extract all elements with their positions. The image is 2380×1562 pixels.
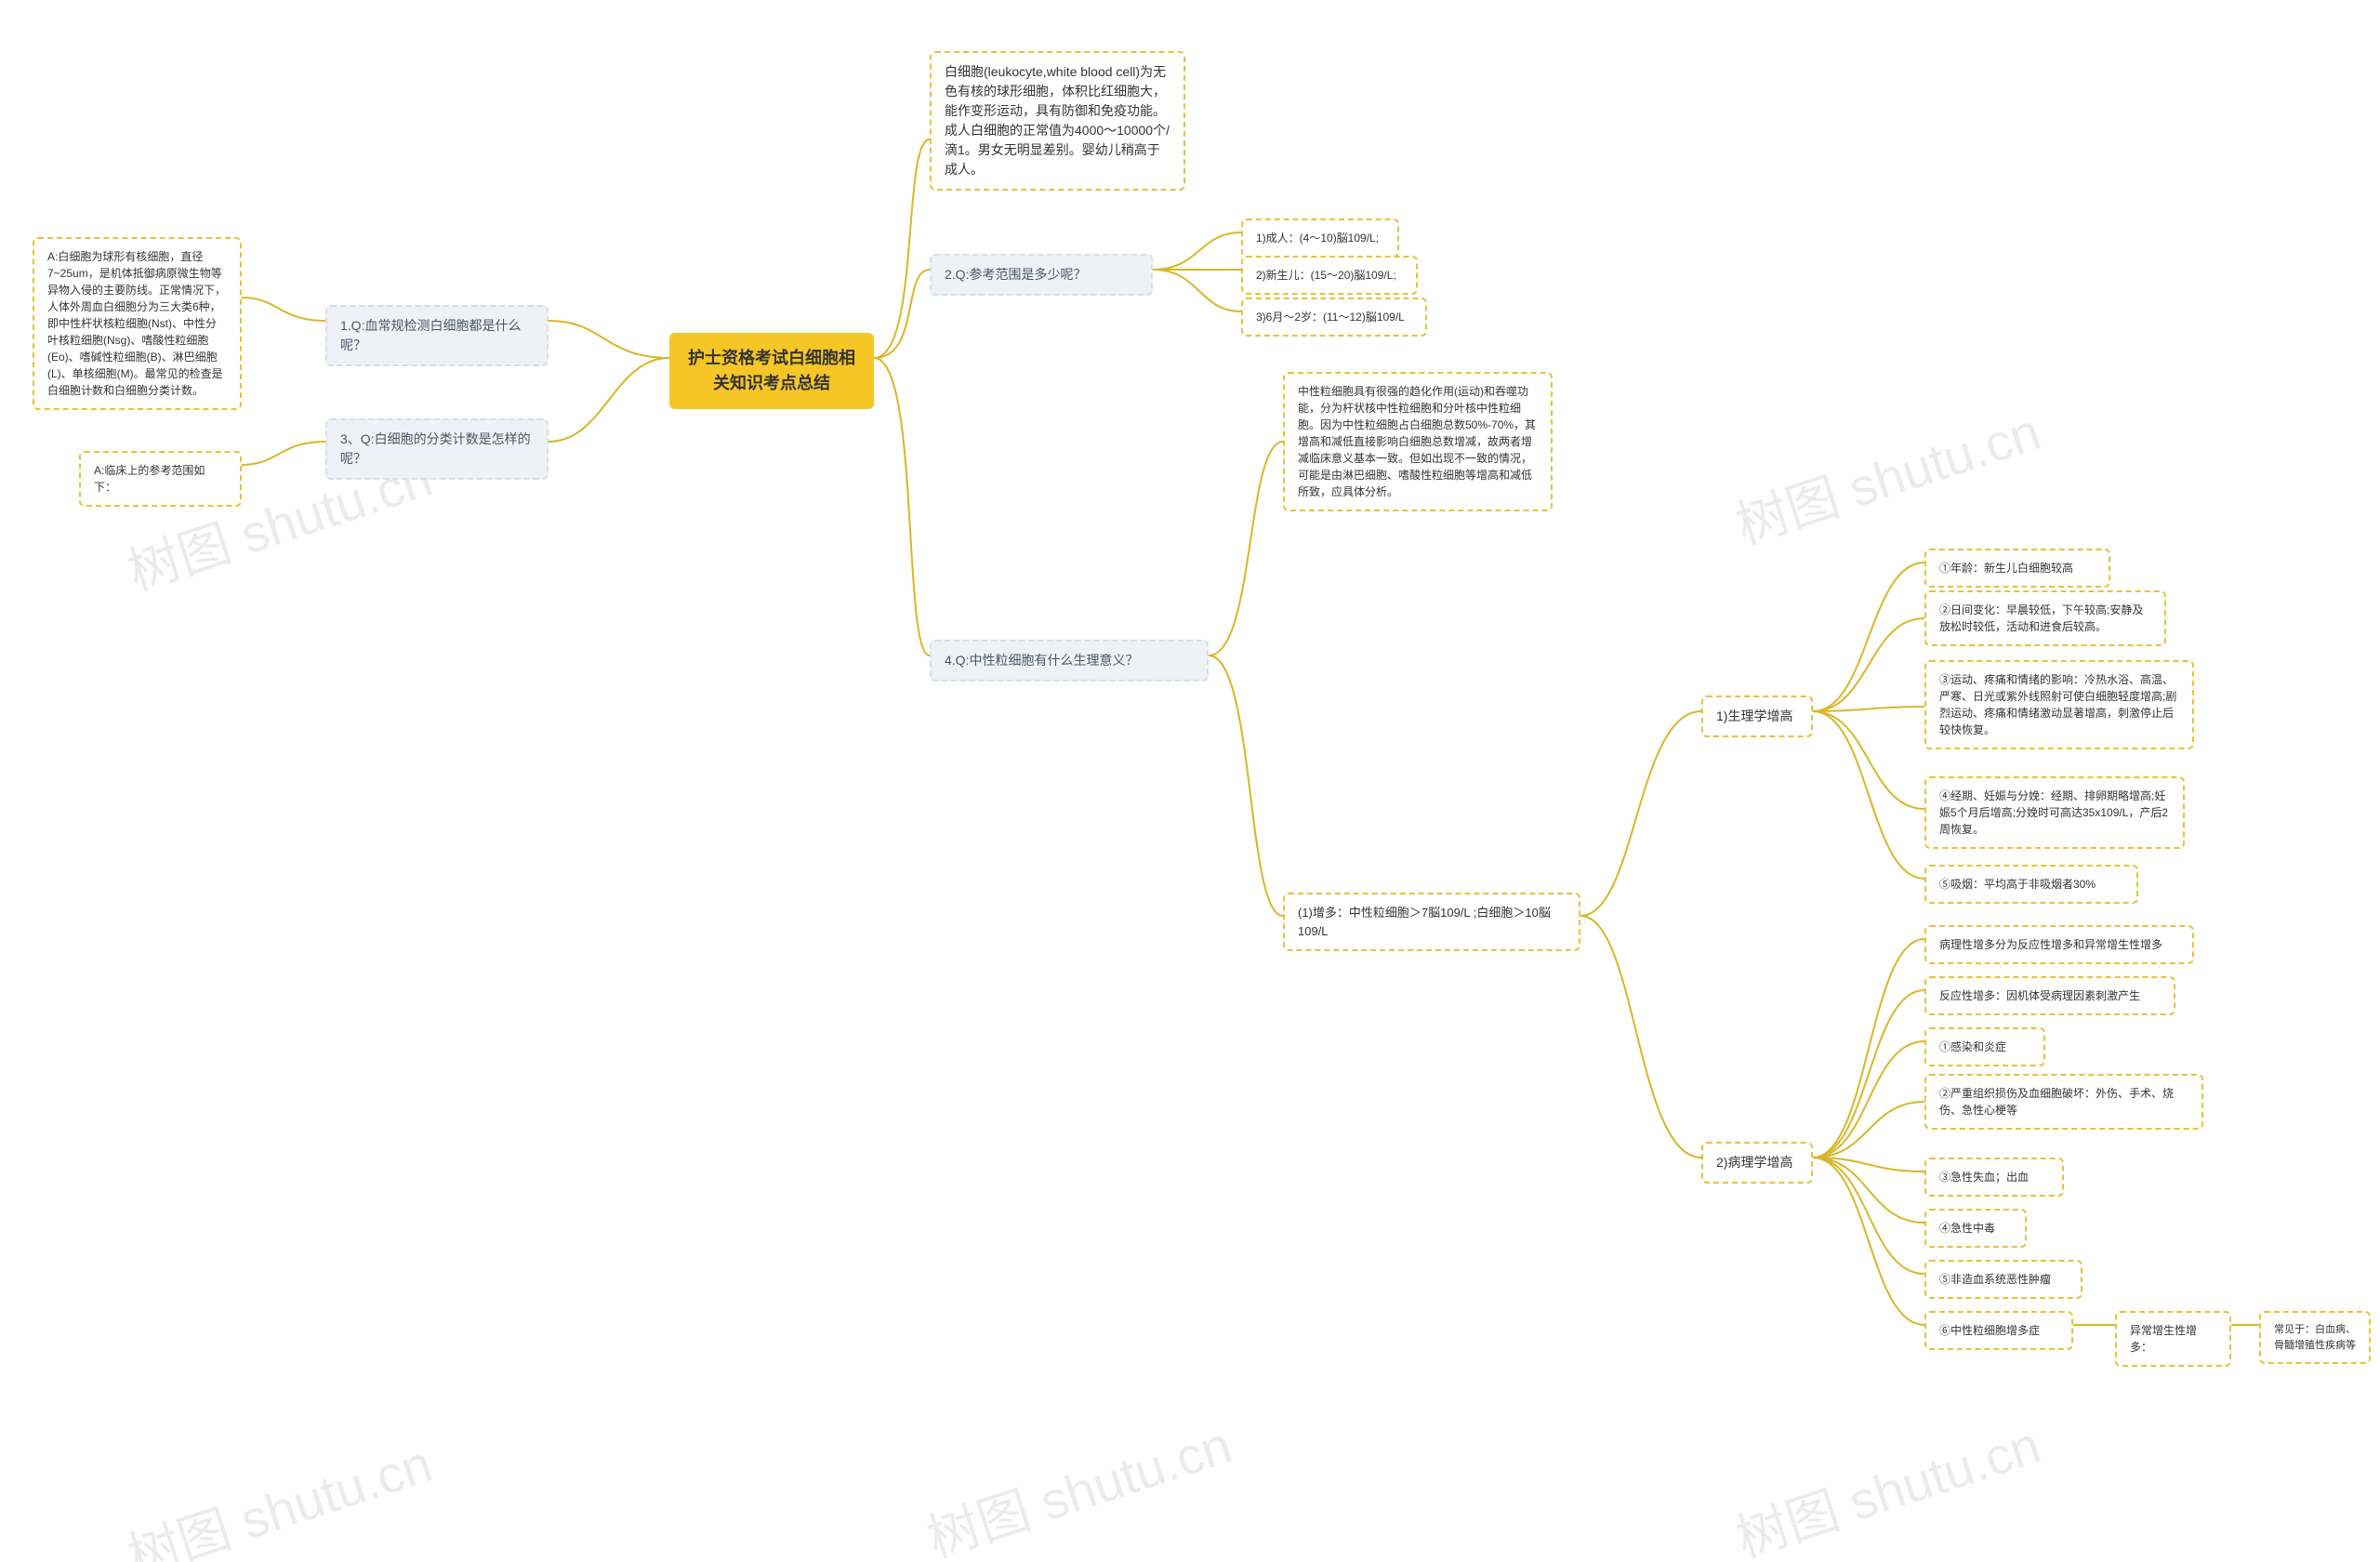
path-p3-node: ①感染和炎症	[1924, 1027, 2045, 1066]
watermark: 树图 shutu.cn	[1726, 1404, 2049, 1562]
q4-increase-node: (1)增多：中性粒细胞＞7脳109/L ;白细胞＞10脳109/L	[1283, 893, 1580, 951]
q2-node: 2.Q:参考范围是多少呢？	[930, 254, 1153, 296]
q2-r1-node: 1)成人：(4～10)脳109/L;	[1241, 218, 1399, 258]
path-p7-node: ⑤非造血系统恶性肿瘤	[1924, 1260, 2082, 1299]
q4-desc-node: 中性粒细胞具有很强的趋化作用(运动)和吞噬功能，分为杆状核中性粒细胞和分叶核中性…	[1283, 372, 1553, 511]
q2-r3-node: 3)6月～2岁：(11～12)脳109/L	[1241, 298, 1427, 337]
path-node: 2)病理学增高	[1701, 1142, 1813, 1184]
watermark: 树图 shutu.cn	[917, 1404, 1240, 1562]
path-p5-node: ③急性失血；出血	[1924, 1158, 2064, 1197]
phys-node: 1)生理学增高	[1701, 695, 1813, 737]
phys-p2-node: ②日间变化：早晨较低，下午较高;安静及放松时较低，活动和进食后较高。	[1924, 590, 2166, 646]
path-p4-node: ②严重组织损伤及血细胞破坏：外伤、手术、烧伤、急性心梗等	[1924, 1074, 2203, 1130]
path-p6-node: ④急性中毒	[1924, 1209, 2027, 1248]
phys-p3-node: ③运动、疼痛和情绪的影响：冷热水浴、高温、严寒、日光或紫外线照射可使白细胞轻度增…	[1924, 660, 2194, 749]
root-node: 护士资格考试白细胞相关知识考点总结	[669, 333, 874, 409]
path-p1-node: 病理性增多分为反应性增多和异常增生性增多	[1924, 925, 2194, 964]
phys-p5-node: ⑤吸烟：平均高于非吸烟者30%	[1924, 865, 2138, 904]
q3-answer-node: A:临床上的参考范围如下：	[79, 451, 242, 507]
watermark: 树图 shutu.cn	[117, 1423, 441, 1562]
intro-node: 白细胞(leukocyte,white blood cell)为无色有核的球形细…	[930, 51, 1185, 191]
path-abnormal-node: 异常增生性增多：	[2115, 1311, 2231, 1367]
path-p2-node: 反应性增多：因机体受病理因素刺激产生	[1924, 976, 2175, 1015]
q1-answer-node: A:白细胞为球形有核细胞，直径7~25um，是机体抵御病原微生物等异物入侵的主要…	[33, 237, 242, 410]
q2-r2-node: 2)新生儿：(15～20)脳109/L;	[1241, 256, 1418, 295]
q1-node: 1.Q:血常规检测白细胞都是什么呢？	[325, 305, 549, 366]
q3-node: 3、Q:白细胞的分类计数是怎样的呢？	[325, 418, 549, 480]
path-abnormal-eg-node: 常见于：白血病、骨髓增殖性疾病等	[2259, 1311, 2371, 1364]
q4-node: 4.Q:中性粒细胞有什么生理意义？	[930, 640, 1209, 682]
phys-p1-node: ①年龄：新生儿白细胞较高	[1924, 549, 2110, 588]
phys-p4-node: ④经期、妊娠与分娩：经期、排卵期略增高;妊娠5个月后增高;分娩时可高达35x10…	[1924, 776, 2185, 849]
path-p8-node: ⑥中性粒细胞增多症	[1924, 1311, 2073, 1350]
watermark: 树图 shutu.cn	[1726, 390, 2049, 560]
